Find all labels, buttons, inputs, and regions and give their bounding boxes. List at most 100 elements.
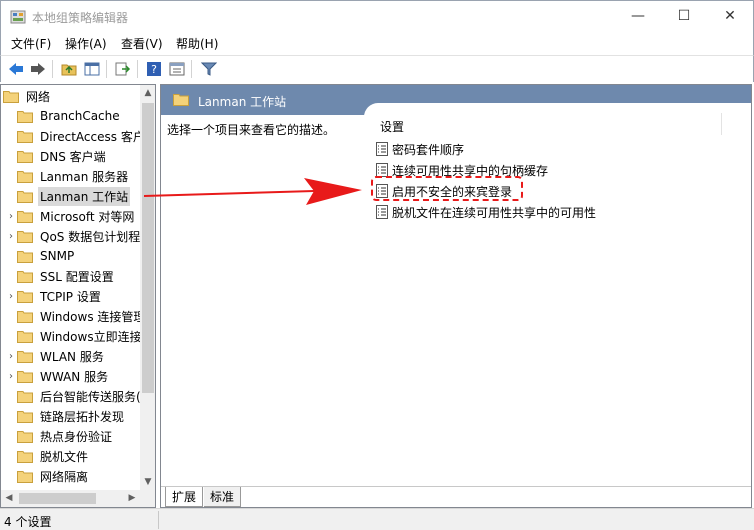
tree-item[interactable]: › Microsoft 对等网 xyxy=(5,206,136,226)
chevron-right-icon[interactable]: › xyxy=(5,211,17,222)
tree-item-root[interactable]: 网络 xyxy=(3,86,52,106)
tree-label: QoS 数据包计划程 xyxy=(40,229,141,244)
menu-help[interactable]: 帮助(H) xyxy=(176,35,218,52)
tree-label: Lanman 服务器 xyxy=(40,169,129,184)
toolbar-separator xyxy=(52,60,53,78)
folder-icon xyxy=(17,170,33,183)
svg-text:?: ? xyxy=(151,63,157,76)
scroll-thumb[interactable] xyxy=(142,103,154,393)
up-folder-icon[interactable] xyxy=(59,60,78,78)
tree-item[interactable]: SSL 配置设置 xyxy=(5,266,116,286)
settings-list: 设置 密码套件顺序 连续可用性共享中的句柄缓存 启用不安全的来宾登录 脱机文件在连续可… xyxy=(364,103,751,481)
toolbar-separator xyxy=(191,60,192,78)
maximize-button[interactable]: ☐ xyxy=(661,1,707,31)
tree-item[interactable]: Windows立即连接 xyxy=(5,326,144,346)
tree-horizontal-scrollbar[interactable]: ◀ ▶ xyxy=(1,490,140,507)
folder-icon xyxy=(17,430,33,443)
menu-bar: 文件(F) 操作(A) 查看(V) 帮助(H) xyxy=(0,31,754,55)
folder-icon xyxy=(17,230,33,243)
folder-icon xyxy=(17,130,33,143)
setting-item[interactable]: 脱机文件在连续可用性共享中的可用性 xyxy=(376,202,596,222)
forward-icon[interactable] xyxy=(28,60,47,78)
scrollbar-corner xyxy=(140,490,155,507)
folder-icon xyxy=(17,410,33,423)
chevron-right-icon[interactable]: › xyxy=(5,351,17,362)
export-list-icon[interactable] xyxy=(113,60,132,78)
tree-label: Windows 连接管理 xyxy=(40,309,146,324)
scroll-left-icon[interactable]: ◀ xyxy=(1,490,17,507)
annotation-highlight xyxy=(371,176,523,201)
tree-item[interactable]: › WLAN 服务 xyxy=(5,346,106,366)
tree-item[interactable]: 链路层拓扑发现 xyxy=(5,406,126,426)
chevron-right-icon[interactable]: › xyxy=(5,231,17,242)
tree-item[interactable]: SNMP xyxy=(5,246,76,266)
menu-view[interactable]: 查看(V) xyxy=(121,35,163,52)
tree-label: Lanman 工作站 xyxy=(38,186,131,206)
tree-label: Windows立即连接 xyxy=(40,329,142,344)
tree-item[interactable]: Lanman 工作站 xyxy=(5,186,131,206)
folder-icon xyxy=(17,190,33,203)
show-hide-tree-icon[interactable] xyxy=(82,60,101,78)
folder-icon xyxy=(17,390,33,403)
close-button[interactable]: ✕ xyxy=(707,1,753,31)
folder-icon xyxy=(17,250,33,263)
tree-label: SNMP xyxy=(40,249,75,263)
details-title: Lanman 工作站 xyxy=(198,95,287,109)
menu-file[interactable]: 文件(F) xyxy=(11,35,51,52)
minimize-button[interactable]: — xyxy=(615,1,661,31)
tree-label: 网络隔离 xyxy=(40,469,89,484)
toolbar-separator xyxy=(137,60,138,78)
tree-item[interactable]: 后台智能传送服务( xyxy=(5,386,143,406)
properties-icon[interactable] xyxy=(167,60,186,78)
chevron-right-icon[interactable]: › xyxy=(5,371,17,382)
tree-item[interactable]: DirectAccess 客户 xyxy=(5,126,147,146)
policy-setting-icon xyxy=(376,163,388,177)
tab-standard[interactable]: 标准 xyxy=(204,487,242,507)
folder-icon xyxy=(17,370,33,383)
tree-item[interactable]: Windows 连接管理 xyxy=(5,306,147,326)
setting-label: 密码套件顺序 xyxy=(392,142,465,157)
tree-item[interactable]: 脱机文件 xyxy=(5,446,90,466)
tree-label: DNS 客户端 xyxy=(40,149,106,164)
filter-icon[interactable] xyxy=(199,60,218,78)
help-icon[interactable]: ? xyxy=(144,60,163,78)
tree-label: BranchCache xyxy=(40,109,120,123)
column-header-setting[interactable]: 设置 xyxy=(380,118,404,135)
tree-vertical-scrollbar[interactable]: ▲ ▼ xyxy=(140,85,155,490)
chevron-right-icon[interactable]: › xyxy=(5,291,17,302)
scroll-thumb[interactable] xyxy=(19,493,96,504)
tree-item[interactable]: › WWAN 服务 xyxy=(5,366,110,386)
tree-item[interactable]: › QoS 数据包计划程 xyxy=(5,226,142,246)
description-text: 选择一个项目来查看它的描述。 xyxy=(167,123,336,137)
folder-icon xyxy=(3,90,19,103)
tree-label: 网络 xyxy=(26,89,51,104)
details-pane: Lanman 工作站 选择一个项目来查看它的描述。 设置 密码套件顺序 连续可用性… xyxy=(160,84,752,508)
tree-label: 后台智能传送服务( xyxy=(40,389,141,404)
tree-item[interactable]: 热点身份验证 xyxy=(5,426,114,446)
tree-label: DirectAccess 客户 xyxy=(40,129,145,144)
setting-item[interactable]: 密码套件顺序 xyxy=(376,139,464,159)
folder-icon xyxy=(173,93,189,106)
tree-label: 热点身份验证 xyxy=(40,429,113,444)
tree-item[interactable]: BranchCache xyxy=(5,106,122,126)
scroll-down-icon[interactable]: ▼ xyxy=(140,474,155,490)
tree-item[interactable]: Lanman 服务器 xyxy=(5,166,130,186)
toolbar: ? xyxy=(0,55,754,82)
tab-extended[interactable]: 扩展 xyxy=(165,487,204,507)
scroll-up-icon[interactable]: ▲ xyxy=(140,85,155,101)
menu-action[interactable]: 操作(A) xyxy=(65,35,107,52)
folder-icon xyxy=(17,110,33,123)
folder-icon xyxy=(17,450,33,463)
back-icon[interactable] xyxy=(6,60,25,78)
tree-pane: 网络 BranchCache DirectAccess 客户 DNS 客户端 Lanm… xyxy=(0,84,156,508)
scroll-right-icon[interactable]: ▶ xyxy=(124,490,140,507)
column-divider[interactable] xyxy=(721,113,722,135)
title-bar: 本地组策略编辑器 — ☐ ✕ xyxy=(0,0,754,31)
tree-item[interactable]: DNS 客户端 xyxy=(5,146,108,166)
status-bar: 4 个设置 xyxy=(0,508,754,530)
tree-item[interactable]: › TCPIP 设置 xyxy=(5,286,103,306)
tree-item[interactable]: 网络隔离 xyxy=(5,466,90,486)
status-separator xyxy=(158,511,159,529)
policy-setting-icon xyxy=(376,142,388,156)
toolbar-separator xyxy=(106,60,107,78)
